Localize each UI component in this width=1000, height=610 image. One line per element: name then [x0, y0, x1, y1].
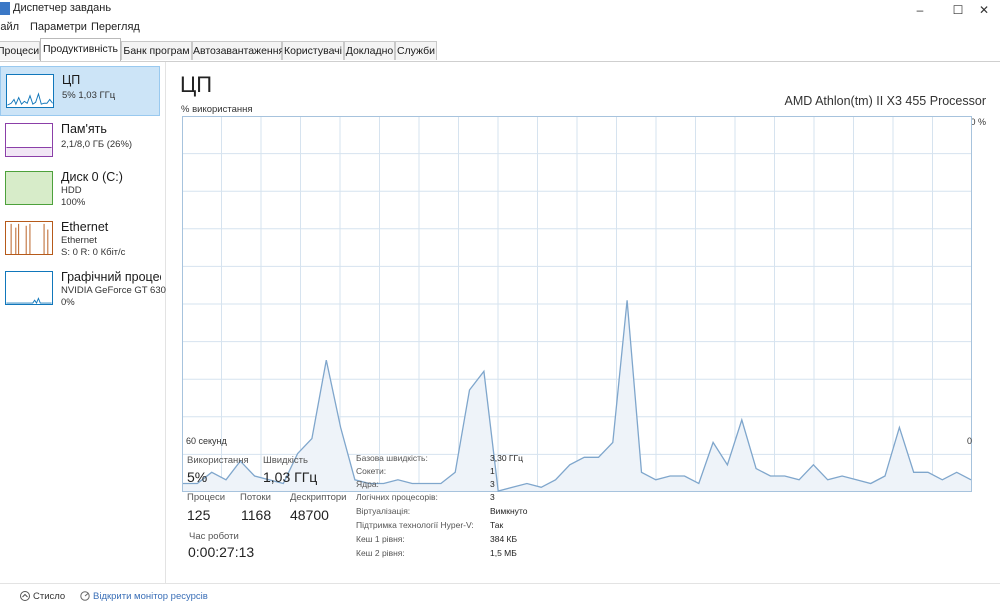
task-manager-icon	[0, 2, 10, 15]
menu-options[interactable]: Параметри	[30, 21, 87, 33]
sidebar-item-title: Пам'ять	[61, 122, 107, 136]
sidebar-item-ethernet[interactable]: Ethernet Ethernet S: 0 R: 0 Кбіт/с	[0, 214, 160, 264]
cpu-usage-graph	[182, 116, 972, 492]
spec-label-sockets: Сокети:	[356, 466, 387, 476]
sidebar-item-detail: NVIDIA GeForce GT 630	[61, 285, 166, 296]
threads-label: Потоки	[240, 492, 271, 503]
sidebar-item-title: ЦП	[62, 73, 81, 87]
open-resource-monitor-link[interactable]: Відкрити монітор ресурсів	[93, 591, 208, 602]
performance-sidebar: ЦП 5% 1,03 ГГц Пам'ять 2,1/8,0 ГБ (26%) …	[0, 62, 166, 583]
sidebar-item-disk[interactable]: Диск 0 (C:) HDD 100%	[0, 164, 160, 214]
spec-label-logical-processors: Логічних процесорів:	[356, 492, 438, 502]
threads-value: 1168	[241, 507, 272, 523]
spec-value-cores: 3	[490, 479, 495, 489]
speed-value: 1,03 ГГц	[263, 469, 318, 485]
sidebar-item-detail: HDD	[61, 185, 82, 196]
spec-label-cores: Ядра:	[356, 479, 379, 489]
cpu-details-panel: ЦП AMD Athlon(tm) II X3 455 Processor % …	[166, 62, 1000, 583]
resource-monitor-icon	[80, 591, 90, 601]
spec-label-virtualization: Віртуалізація:	[356, 506, 411, 516]
gpu-thumbnail-graph	[5, 271, 53, 305]
usage-label: Використання	[187, 455, 249, 466]
uptime-value: 0:00:27:13	[188, 544, 255, 560]
sidebar-item-detail-2: 100%	[61, 197, 86, 208]
tab-services[interactable]: Служби	[395, 41, 437, 60]
handles-label: Дескриптори	[290, 492, 347, 503]
processor-name: AMD Athlon(tm) II X3 455 Processor	[784, 94, 986, 108]
tab-users[interactable]: Користувачі	[282, 41, 344, 60]
spec-value-sockets: 1	[490, 466, 495, 476]
tab-bar: Процеси Продуктивність Банк програм Авто…	[0, 37, 1000, 62]
spec-value-base-speed: 3,30 ГГц	[490, 453, 523, 463]
spec-value-logical-processors: 3	[490, 492, 495, 502]
graph-time-zero-label: 0	[966, 436, 972, 446]
window-title: Диспетчер завдань	[13, 2, 112, 14]
sidebar-item-gpu[interactable]: Графічний процес NVIDIA GeForce GT 630 0…	[0, 264, 166, 314]
page-title: ЦП	[180, 72, 213, 97]
sidebar-item-detail: 5% 1,03 ГГц	[62, 90, 116, 101]
menu-file[interactable]: Файл	[0, 21, 19, 33]
sidebar-item-detail: 2,1/8,0 ГБ (26%)	[61, 139, 133, 150]
menu-view[interactable]: Перегляд	[91, 21, 140, 33]
sidebar-item-cpu[interactable]: ЦП 5% 1,03 ГГц	[0, 66, 160, 116]
memory-thumbnail-graph	[5, 123, 53, 157]
title-bar: Диспетчер завдань – ☐ ✕	[0, 0, 1000, 20]
speed-label: Швидкість	[263, 455, 308, 466]
tab-startup[interactable]: Автозавантаження	[192, 41, 284, 60]
ethernet-thumbnail-graph	[5, 221, 53, 255]
processes-label: Процеси	[187, 492, 226, 503]
tab-performance[interactable]: Продуктивність	[40, 38, 121, 61]
minimize-button[interactable]: –	[904, 0, 936, 20]
tab-processes[interactable]: Процеси	[0, 41, 40, 60]
tab-app-history[interactable]: Банк програм	[121, 41, 192, 60]
footer-bar: Стисло Відкрити монітор ресурсів	[0, 583, 1000, 610]
usage-value: 5%	[187, 469, 208, 485]
spec-value-virtualization: Вимкнуто	[490, 506, 528, 516]
sidebar-item-memory[interactable]: Пам'ять 2,1/8,0 ГБ (26%)	[0, 116, 160, 166]
disk-thumbnail-graph	[5, 171, 53, 205]
sidebar-item-title: Ethernet	[61, 220, 109, 234]
handles-value: 48700	[290, 507, 329, 523]
chevron-up-icon[interactable]	[20, 591, 30, 601]
sidebar-item-title: Графічний процес	[61, 270, 161, 284]
spec-value-hyper-v: Так	[490, 520, 504, 530]
tab-details[interactable]: Докладно	[344, 41, 395, 60]
spec-value-l1-cache: 384 КБ	[490, 534, 518, 544]
menu-bar: Файл Параметри Перегляд	[0, 20, 1000, 37]
processes-value: 125	[187, 507, 211, 523]
spec-label-base-speed: Базова швидкість:	[356, 453, 428, 463]
sidebar-item-title: Диск 0 (C:)	[61, 170, 123, 184]
sidebar-item-detail: Ethernet	[61, 235, 97, 246]
cpu-thumbnail-graph	[6, 74, 54, 108]
sidebar-item-detail-2: S: 0 R: 0 Кбіт/с	[61, 247, 126, 258]
spec-value-l2-cache: 1,5 МБ	[490, 548, 517, 558]
spec-label-l2-cache: Кеш 2 рівня:	[356, 548, 405, 558]
sidebar-item-detail-2: 0%	[61, 297, 75, 308]
fewer-details-button[interactable]: Стисло	[33, 591, 65, 602]
spec-label-hyper-v: Підтримка технології Hyper-V:	[356, 520, 474, 530]
graph-y-axis-label: % використання	[181, 104, 253, 115]
graph-time-span-label: 60 секунд	[186, 436, 227, 446]
close-button[interactable]: ✕	[968, 0, 1000, 20]
uptime-label: Час роботи	[189, 531, 239, 542]
spec-label-l1-cache: Кеш 1 рівня:	[356, 534, 405, 544]
